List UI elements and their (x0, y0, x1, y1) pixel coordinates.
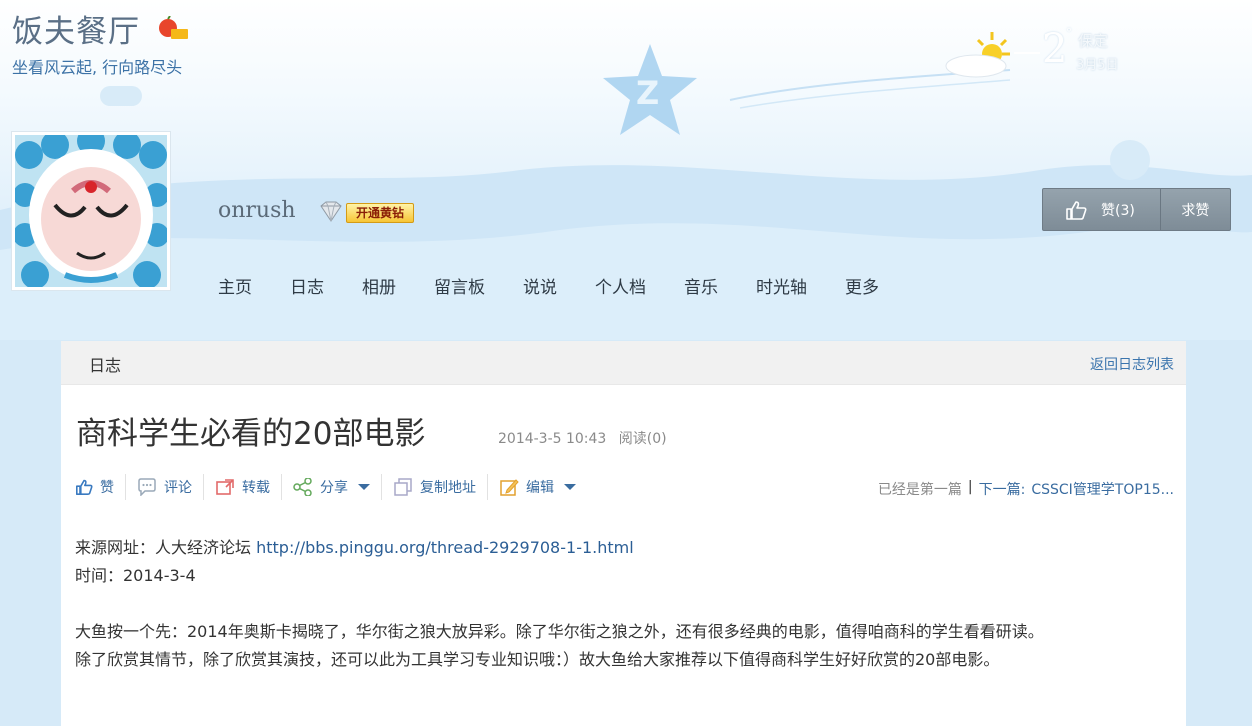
nav-more[interactable]: 更多 (845, 273, 879, 298)
panel-header: 日志 返回日志列表 (61, 341, 1186, 385)
source-url-link[interactable]: http://bbs.pinggu.org/thread-2929708-1-1… (256, 538, 634, 557)
like-count-label: 赞(3) (1101, 202, 1135, 219)
post-content: 来源网址：人大经济论坛 http://bbs.pinggu.org/thread… (75, 534, 1044, 674)
source-label: 来源网址：人大经济论坛 (75, 538, 257, 557)
avatar[interactable] (11, 131, 171, 291)
open-vip-button[interactable]: 开通黄钻 (346, 203, 414, 223)
weather-temperature: 2 (1042, 26, 1068, 72)
thumbs-up-icon (1066, 200, 1087, 220)
opera-mask-avatar (15, 135, 167, 287)
comment-button[interactable]: 评论 (126, 474, 204, 500)
nav-home[interactable]: 主页 (218, 273, 252, 298)
weather-date: 3月5日 (1076, 58, 1119, 73)
like-label: 赞 (100, 480, 114, 496)
svg-text:Z: Z (636, 74, 659, 112)
pager-next-link[interactable]: CSSCI管理学TOP15... (1031, 479, 1174, 499)
main-nav: 主页 日志 相册 留言板 说说 个人档 音乐 时光轴 更多 (218, 273, 917, 298)
repost-icon (216, 479, 234, 495)
blog-panel: 日志 返回日志列表 商科学生必看的20部电影 2014-3-5 10:43 阅读… (61, 341, 1186, 726)
comment-label: 评论 (164, 480, 192, 496)
post-toolbar: 赞 评论 转载 分享 复制地址 编辑 (75, 474, 587, 500)
time-line: 时间：2014-3-4 (75, 566, 196, 585)
nav-moments[interactable]: 说说 (523, 273, 557, 298)
nav-blog[interactable]: 日志 (290, 273, 324, 298)
share-icon (293, 478, 312, 496)
hills-decoration (0, 165, 1252, 340)
diamond-icon (320, 201, 342, 222)
like-count-button[interactable]: 赞(3) (1043, 189, 1161, 230)
pager-separator: | (967, 479, 973, 495)
post-date: 2014-3-5 10:43 (498, 431, 607, 447)
qzone-star-icon: Z (603, 44, 697, 135)
paragraph-line-2: 除了欣赏其情节，除了欣赏其演技，还可以此为工具学习专业知识哦：）故大鱼给大家推荐… (75, 650, 1000, 669)
panel-title: 日志 (89, 356, 122, 375)
sunny-cloud-icon (945, 32, 1010, 78)
nav-profile[interactable]: 个人档 (595, 273, 646, 298)
site-title[interactable]: 饭夫餐厅 (12, 6, 140, 51)
weather-degree: ° (1066, 26, 1072, 40)
edit-button[interactable]: 编辑 (488, 474, 587, 500)
request-like-button[interactable]: 求赞 (1161, 189, 1230, 230)
post-reads: 阅读(0) (618, 431, 667, 447)
thumbs-up-icon (76, 479, 93, 495)
chevron-down-icon[interactable] (358, 484, 370, 490)
copy-link-button[interactable]: 复制地址 (382, 474, 488, 500)
back-to-list-link[interactable]: 返回日志列表 (1090, 354, 1174, 374)
site-subtitle: 坐看风云起, 行向路尽头 (12, 58, 183, 77)
share-button[interactable]: 分享 (282, 474, 382, 500)
post-meta: 2014-3-5 10:43 阅读(0) (498, 428, 667, 448)
edit-label: 编辑 (526, 480, 554, 496)
paragraph-line-1: 大鱼按一个先：2014年奥斯卡揭晓了，华尔街之狼大放异彩。除了华尔街之狼之外，还… (75, 622, 1044, 641)
edit-icon (500, 479, 519, 496)
nav-album[interactable]: 相册 (362, 273, 396, 298)
nav-music[interactable]: 音乐 (684, 273, 718, 298)
nav-timeline[interactable]: 时光轴 (756, 273, 807, 298)
source-line: 来源网址：人大经济论坛 http://bbs.pinggu.org/thread… (75, 534, 1044, 562)
post-pager: 已经是第一篇 | 下一篇: CSSCI管理学TOP15... (878, 479, 1174, 499)
weather-widget[interactable]: 2 ° 保定 3月5日 (944, 24, 1134, 80)
share-label: 分享 (320, 480, 348, 496)
repost-button[interactable]: 转载 (204, 474, 282, 500)
pager-next-prefix[interactable]: 下一篇: (979, 479, 1026, 499)
chevron-down-icon[interactable] (564, 484, 576, 490)
weather-city: 保定 (1078, 32, 1109, 50)
nav-guestbook[interactable]: 留言板 (434, 273, 485, 298)
like-button[interactable]: 赞 (75, 474, 126, 500)
comment-icon (138, 478, 156, 496)
copy-link-label: 复制地址 (420, 480, 476, 496)
pager-first: 已经是第一篇 (877, 482, 962, 498)
repost-label: 转载 (242, 480, 270, 496)
like-box: 赞(3) 求赞 (1042, 188, 1231, 231)
post-title: 商科学生必看的20部电影 (76, 416, 426, 452)
apple-badge-icon (159, 16, 188, 39)
username[interactable]: onrush (218, 198, 296, 223)
copy-icon (394, 478, 412, 496)
